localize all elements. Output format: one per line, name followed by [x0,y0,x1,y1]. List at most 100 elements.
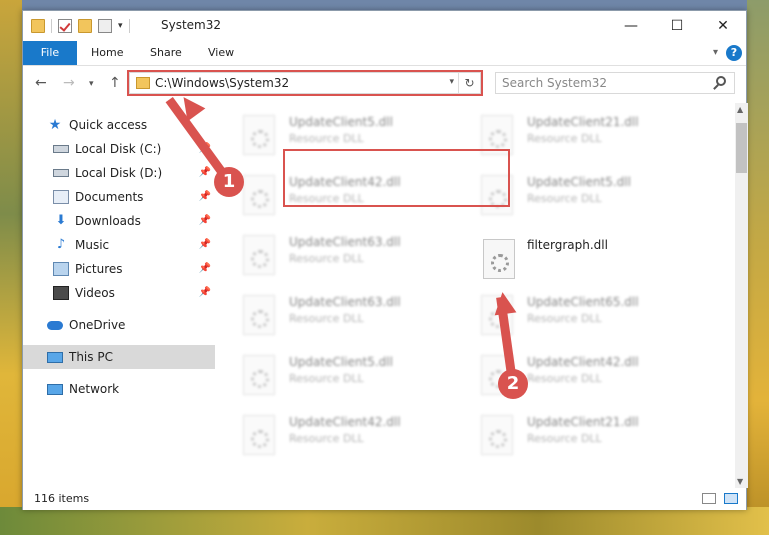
recent-locations-chevron-icon[interactable]: ▾ [89,79,94,89]
file-type: Resource DLL [527,432,602,445]
dll-file-icon [243,235,275,275]
close-button[interactable]: ✕ [700,11,746,41]
dll-file-icon [243,415,275,455]
toolbar-separator [128,19,130,33]
pin-icon[interactable]: 📌 [199,167,211,178]
nav-item-label: OneDrive [69,318,126,332]
file-type: Resource DLL [527,372,602,385]
pin-icon[interactable]: 📌 [199,287,211,298]
scrollbar-thumb[interactable] [736,123,747,173]
nav-item-label: Documents [75,190,144,204]
file-name: UpdateClient63.dll [289,295,401,309]
desktop-background-left [0,0,22,535]
nav-item-label: Quick access [69,118,148,132]
maximize-button[interactable]: ☐ [654,11,700,41]
help-icon[interactable]: ? [726,45,742,61]
new-folder-icon[interactable] [78,19,92,33]
minimize-button[interactable]: — [608,11,654,41]
drive-icon [53,169,69,177]
file-name: UpdateClient42.dll [527,355,639,369]
up-arrow-icon[interactable]: ↑ [109,75,121,91]
tab-file[interactable]: File [23,41,77,65]
forward-arrow-icon[interactable]: → [63,75,75,91]
pin-icon[interactable]: 📌 [199,263,211,274]
scroll-down-arrow-icon[interactable]: ▼ [737,477,743,486]
search-input[interactable] [502,75,702,91]
dll-file-icon [481,415,513,455]
file-item-filtergraph[interactable]: filtergraph.dll [457,229,687,289]
window-title: System32 [161,18,222,32]
item-count: 116 items [34,492,90,505]
search-box[interactable] [495,72,735,94]
explorer-window: ▾ System32 — ☐ ✕ File Home Share View ▾ … [22,10,748,510]
nav-onedrive[interactable]: OneDrive [23,313,215,337]
nav-local-disk-d[interactable]: Local Disk (D:) 📌 [23,161,215,185]
computer-icon [47,351,63,363]
pin-icon[interactable]: 📌 [199,239,211,250]
pin-icon[interactable]: 📌 [199,191,211,202]
file-item[interactable]: UpdateClient63.dll Resource DLL [219,283,449,343]
tab-view[interactable]: View [208,41,234,65]
drive-icon [53,145,69,153]
navigation-pane: ★ Quick access Local Disk (C:) 📌 Local D… [23,103,215,483]
file-name: UpdateClient5.dll [527,175,631,189]
back-arrow-icon[interactable]: ← [35,75,47,91]
nav-documents[interactable]: Documents 📌 [23,185,215,209]
nav-item-label: Network [69,382,120,396]
tab-share[interactable]: Share [150,41,182,65]
file-type: Resource DLL [527,192,602,205]
dll-file-icon [243,355,275,395]
file-item[interactable]: UpdateClient65.dll Resource DLL [457,283,687,343]
file-type: Resource DLL [289,132,364,145]
vertical-scrollbar[interactable]: ▲ ▼ [735,103,748,488]
nav-local-disk-c[interactable]: Local Disk (C:) 📌 [23,137,215,161]
file-item[interactable]: UpdateClient63.dll Resource DLL [219,223,449,283]
address-highlight-box [127,70,483,96]
nav-this-pc[interactable]: This PC [23,345,215,369]
cloud-icon [47,320,63,330]
nav-item-label: Local Disk (D:) [75,166,163,180]
details-view-icon[interactable] [702,493,716,504]
file-type: Resource DLL [289,372,364,385]
tab-home[interactable]: Home [91,41,123,65]
nav-item-label: Pictures [75,262,123,276]
file-name: filtergraph.dll [527,238,608,252]
dll-file-icon [243,295,275,335]
annotation-arrowhead-2 [491,290,517,316]
documents-icon [53,190,69,204]
nav-item-label: This PC [69,350,113,364]
file-item[interactable]: UpdateClient21.dll Resource DLL [457,403,687,463]
file-item[interactable]: UpdateClient42.dll Resource DLL [219,403,449,463]
large-icons-view-icon[interactable] [724,493,738,504]
downloads-icon: ⬇ [55,213,67,228]
file-name: UpdateClient63.dll [289,235,401,249]
navigation-bar: ← → ▾ ↑ C:\Windows\System32 ▾ ↻ [23,67,746,99]
step-badge-1: 1 [214,167,244,197]
file-type: Resource DLL [527,312,602,325]
pin-icon[interactable]: 📌 [199,215,211,226]
network-icon [47,383,63,395]
scroll-up-arrow-icon[interactable]: ▲ [737,105,743,114]
file-highlight-box [283,149,510,207]
music-icon: ♪ [56,237,66,252]
ribbon-tabs: File Home Share View ▾ ? [23,41,746,66]
nav-downloads[interactable]: ⬇ Downloads 📌 [23,209,215,233]
view-options-icon[interactable] [98,19,112,33]
file-item[interactable]: UpdateClient42.dll Resource DLL [457,343,687,403]
file-name: UpdateClient42.dll [289,415,401,429]
search-icon[interactable] [716,76,726,86]
nav-music[interactable]: ♪ Music 📌 [23,233,215,257]
customize-toolbar-chevron-icon[interactable]: ▾ [118,21,123,31]
file-name: UpdateClient5.dll [289,355,393,369]
desktop-background-right [747,0,769,535]
title-bar: ▾ System32 — ☐ ✕ [23,11,746,41]
nav-network[interactable]: Network [23,377,215,401]
file-type: Resource DLL [289,432,364,445]
nav-videos[interactable]: Videos 📌 [23,281,215,305]
nav-pictures[interactable]: Pictures 📌 [23,257,215,281]
expand-ribbon-chevron-icon[interactable]: ▾ [713,47,718,58]
file-type: Resource DLL [527,132,602,145]
pictures-icon [53,262,69,276]
file-item[interactable]: UpdateClient5.dll Resource DLL [219,343,449,403]
properties-check-icon[interactable] [58,19,72,33]
